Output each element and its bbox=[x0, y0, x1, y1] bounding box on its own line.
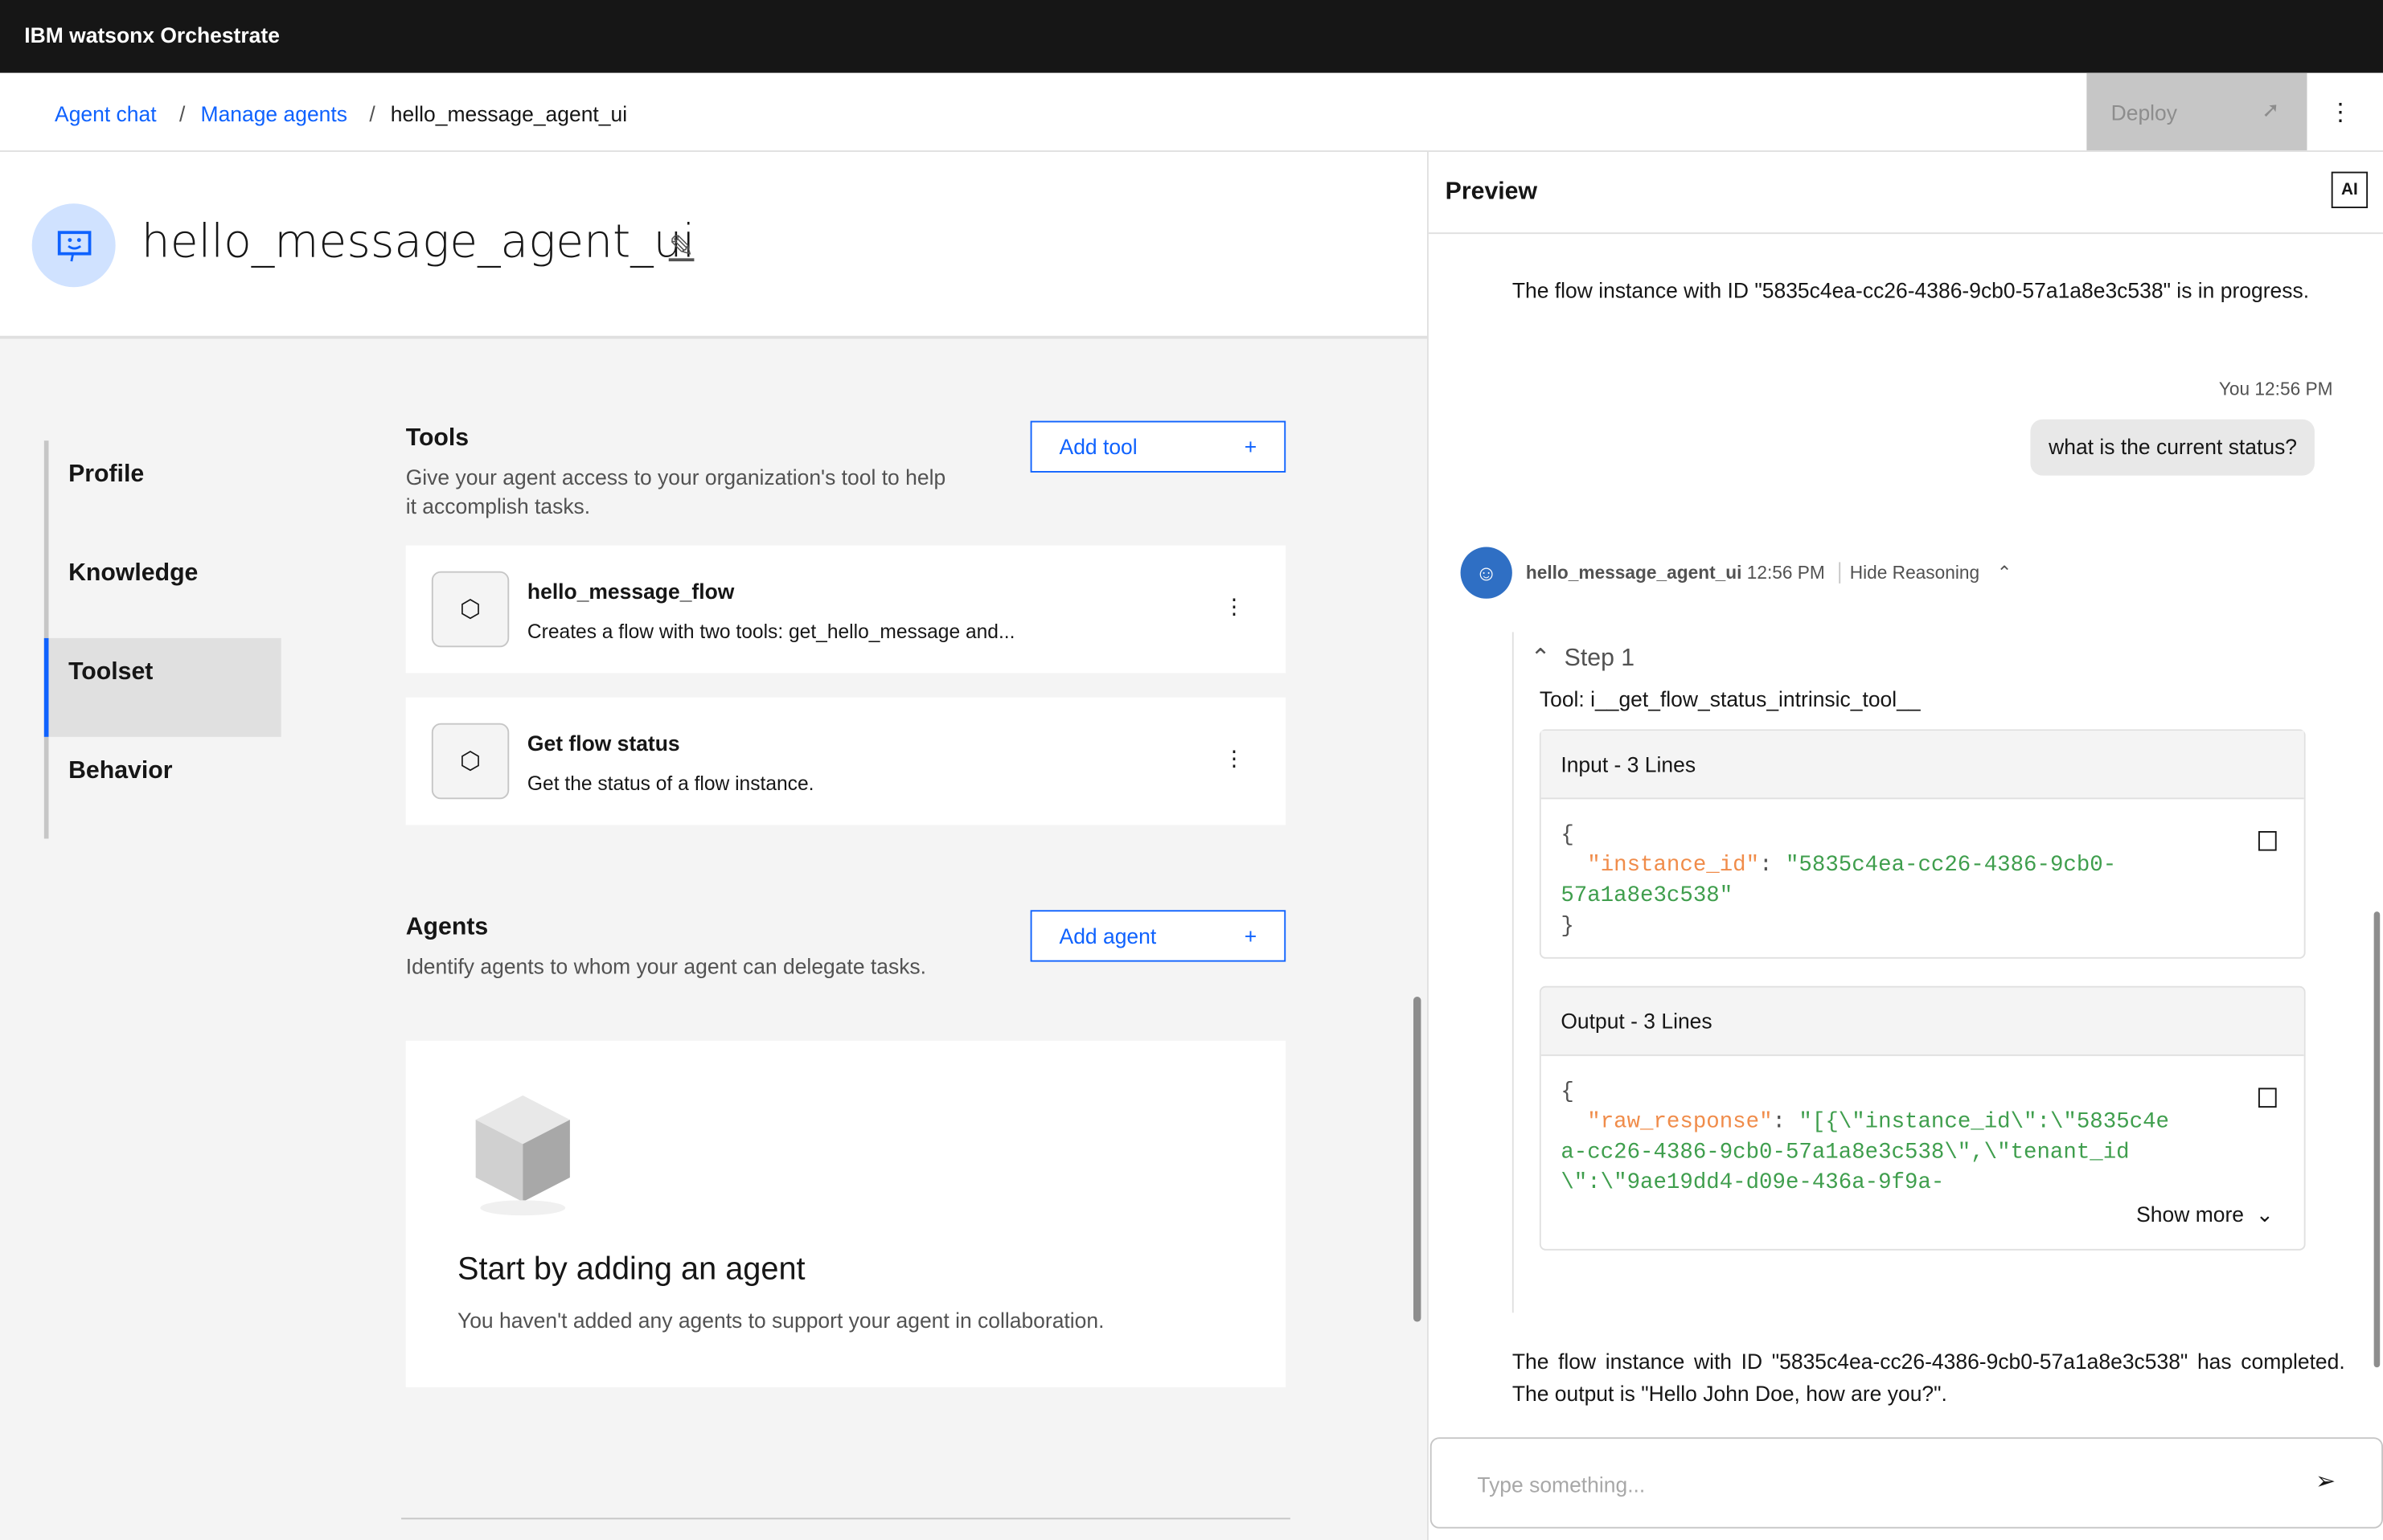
add-tool-button[interactable]: Add tool + bbox=[1030, 420, 1286, 473]
agent-name: hello_message_agent_ui bbox=[1525, 562, 1742, 584]
add-tool-label: Add tool bbox=[1059, 434, 1138, 459]
preview-header: Preview AI bbox=[1428, 152, 2383, 235]
sidebar-item-behavior[interactable]: Behavior bbox=[48, 737, 281, 836]
agent-message: The flow instance with ID "5835c4ea-cc26… bbox=[1511, 1349, 2345, 1406]
agent-message-meta: hello_message_agent_ui 12:56 PM Hide Rea… bbox=[1525, 562, 2012, 584]
breadcrumb-manage-agents[interactable]: Manage agents bbox=[201, 102, 347, 126]
add-agent-button[interactable]: Add agent + bbox=[1030, 910, 1286, 962]
chat-bot-icon bbox=[56, 230, 91, 261]
breadcrumb: Agent chat / Manage agents / hello_messa… bbox=[0, 72, 2383, 153]
tool-icon: ⬡ bbox=[431, 723, 510, 800]
agents-empty-state: Start by adding an agent You haven't add… bbox=[405, 1040, 1286, 1387]
code-key: "instance_id" bbox=[1587, 854, 1760, 879]
code-key: "raw_response" bbox=[1587, 1110, 1773, 1136]
agent-time: 12:56 PM bbox=[1746, 562, 1825, 584]
overflow-menu-icon[interactable]: ⋮ bbox=[2328, 97, 2352, 128]
divider bbox=[401, 1517, 1290, 1520]
rocket-icon: ➚ bbox=[2262, 96, 2280, 122]
tools-description: Give your agent access to your organizat… bbox=[405, 465, 946, 518]
code-brace: } bbox=[1561, 914, 1574, 940]
tool-icon: ⬡ bbox=[431, 571, 510, 648]
empty-title: Start by adding an agent bbox=[457, 1251, 806, 1288]
agent-avatar bbox=[31, 203, 116, 288]
show-more-label: Show more bbox=[2136, 1202, 2244, 1227]
deploy-label: Deploy bbox=[2110, 100, 2178, 125]
overflow-menu-icon[interactable]: ⋮ bbox=[1224, 594, 1245, 620]
tool-name: Get flow status bbox=[527, 731, 680, 756]
tool-card[interactable]: ⬡ hello_message_flow Creates a flow with t… bbox=[405, 545, 1286, 674]
tool-label: Tool: i__get_flow_status_intrinsic_tool_… bbox=[1539, 686, 1921, 711]
copy-icon[interactable] bbox=[2258, 1087, 2277, 1108]
ai-badge[interactable]: AI bbox=[2331, 171, 2369, 208]
chevron-up-icon: ⌃ bbox=[1530, 645, 1551, 672]
tool-card[interactable]: ⬡ Get flow status Get the status of a flow… bbox=[405, 697, 1286, 825]
app-title: IBM watsonx Orchestrate bbox=[0, 0, 2383, 73]
sidebar-item-profile[interactable]: Profile bbox=[48, 440, 281, 539]
chat-input[interactable]: Type something... ➢ bbox=[1429, 1437, 2383, 1529]
preview-title: Preview bbox=[1445, 179, 1538, 206]
user-meta: You 12:56 PM bbox=[2218, 378, 2333, 400]
sidebar-item-toolset[interactable]: Toolset bbox=[43, 637, 281, 737]
sidebar-item-knowledge[interactable]: Knowledge bbox=[48, 539, 281, 638]
breadcrumb-current: hello_message_agent_ui bbox=[390, 101, 628, 126]
chevron-up-icon[interactable]: ⌃ bbox=[1997, 562, 2012, 583]
chat-input-placeholder: Type something... bbox=[1477, 1472, 1646, 1497]
input-title: Input - 3 Lines bbox=[1540, 731, 2304, 800]
output-title: Output - 3 Lines bbox=[1540, 987, 2304, 1056]
send-icon[interactable]: ➢ bbox=[2315, 1466, 2336, 1497]
empty-text: You haven't added any agents to support … bbox=[457, 1308, 1105, 1333]
tool-name: hello_message_flow bbox=[527, 579, 735, 604]
scrollbar[interactable] bbox=[2373, 911, 2381, 1368]
breadcrumb-separator: / bbox=[369, 101, 375, 126]
agent-avatar-icon: ☺ bbox=[1460, 547, 1512, 599]
agents-description: Identify agents to whom your agent can d… bbox=[405, 954, 927, 979]
scrollbar[interactable] bbox=[1413, 997, 1421, 1322]
add-agent-label: Add agent bbox=[1059, 924, 1157, 948]
breadcrumb-separator: / bbox=[179, 101, 186, 126]
tool-description: Get the status of a flow instance. bbox=[527, 772, 814, 795]
input-box: Input - 3 Lines { "instance_id": "5835c4… bbox=[1539, 729, 2306, 959]
show-more-button[interactable]: Show more ⌄ bbox=[2136, 1202, 2274, 1228]
tool-description: Creates a flow with two tools: get_hello… bbox=[527, 620, 1015, 643]
hide-reasoning-toggle[interactable]: Hide Reasoning bbox=[1850, 562, 1979, 583]
box-illustration bbox=[475, 1095, 570, 1216]
deploy-button[interactable]: Deploy ➚ bbox=[2086, 72, 2307, 151]
breadcrumb-agent-chat[interactable]: Agent chat bbox=[55, 102, 157, 126]
copy-icon[interactable] bbox=[2258, 830, 2277, 851]
code-brace: { bbox=[1561, 1080, 1574, 1105]
sidebar: Profile Knowledge Toolset Behavior bbox=[43, 440, 281, 839]
agent-message: The flow instance with ID "5835c4ea-cc26… bbox=[1511, 277, 2310, 303]
step-label: Step 1 bbox=[1564, 645, 1635, 672]
overflow-menu-icon[interactable]: ⋮ bbox=[1224, 746, 1245, 772]
agents-heading: Agents bbox=[405, 914, 489, 941]
agent-name: hello_message_agent_ui bbox=[141, 215, 695, 269]
tools-heading: Tools bbox=[405, 425, 470, 452]
meta-divider bbox=[1839, 562, 1841, 584]
code-brace: { bbox=[1561, 823, 1574, 848]
chevron-down-icon: ⌄ bbox=[2255, 1202, 2274, 1227]
plus-icon: + bbox=[1244, 924, 1257, 948]
plus-icon: + bbox=[1244, 434, 1257, 459]
reasoning-rail bbox=[1511, 632, 1514, 1313]
user-message: what is the current status? bbox=[2030, 419, 2315, 476]
step-toggle[interactable]: ⌃ Step 1 bbox=[1531, 643, 1635, 674]
output-code: { "raw_response": "[{\"instance_id\":\"5… bbox=[1541, 1056, 2195, 1223]
edit-icon[interactable]: ✎ bbox=[669, 228, 695, 266]
output-box: Output - 3 Lines { "raw_response": "[{\"… bbox=[1539, 985, 2306, 1251]
input-code: { "instance_id": "5835c4ea-cc26-4386-9cb… bbox=[1541, 799, 2180, 963]
